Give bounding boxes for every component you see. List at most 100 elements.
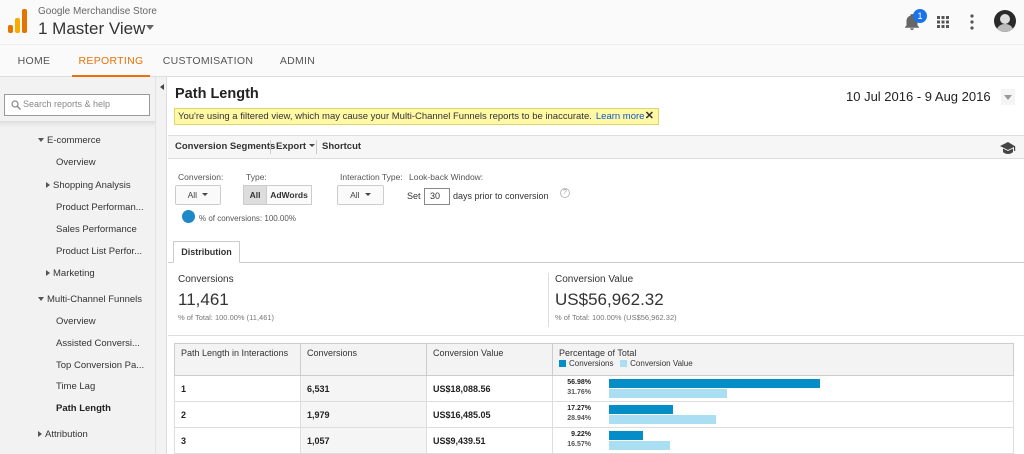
sidebar-item-mcf-overview[interactable]: Overview <box>56 316 96 327</box>
date-range-picker[interactable]: 10 Jul 2016 - 9 Aug 2016 <box>846 89 991 104</box>
conversion-segments-button[interactable]: Conversion Segments <box>175 141 275 152</box>
notification-badge[interactable]: 1 <box>913 9 927 23</box>
conversion-filter-value: All <box>187 190 198 200</box>
sidebar-collapse-toggle[interactable] <box>155 77 167 454</box>
table-row: 1 6,531 US$18,088.56 56.98% 31.76% <box>174 375 1014 402</box>
sidebar-item-time-lag[interactable]: Time Lag <box>56 381 95 392</box>
sidebar-item-attribution[interactable]: Attribution <box>38 429 88 440</box>
chevron-down-icon <box>364 193 371 196</box>
bar-conversions <box>609 405 673 414</box>
bar-conversions <box>609 431 643 440</box>
scorecard-divider <box>548 273 549 327</box>
sidebar-item-shopping-analysis[interactable]: Shopping Analysis <box>46 180 131 191</box>
caret-down-icon <box>38 138 44 142</box>
cell-conversion-value: US$9,439.51 <box>426 427 553 454</box>
bar-conversion-value <box>609 415 716 424</box>
sidebar-item-label: Marketing <box>53 268 95 279</box>
report-main: Path Length You're using a filtered view… <box>168 77 1024 454</box>
learn-more-link[interactable]: Learn more <box>596 111 645 122</box>
cell-path-length: 2 <box>174 401 301 428</box>
col-path-length[interactable]: Path Length in Interactions <box>174 343 301 376</box>
tab-reporting[interactable]: REPORTING <box>72 45 150 78</box>
report-toolbar: Conversion Segments Export Shortcut <box>168 135 1024 159</box>
legend-swatch-conversions <box>559 360 566 367</box>
interaction-type-label: Interaction Type: <box>340 172 403 182</box>
more-vert-icon[interactable] <box>970 14 974 30</box>
sidebar-item-product-list-performance[interactable]: Product List Perfor... <box>56 246 142 257</box>
search-placeholder: Search reports & help <box>23 99 111 109</box>
bar-conversion-value <box>609 441 670 450</box>
sidebar-item-ecommerce-overview[interactable]: Overview <box>56 157 96 168</box>
col-percentage-title: Percentage of Total <box>559 348 637 358</box>
pct-conversions-note: % of conversions: 100.00% <box>199 214 296 223</box>
help-icon[interactable]: ? <box>560 188 570 198</box>
lookback-window-label: Look-back Window: <box>409 172 484 182</box>
apps-grid-icon[interactable] <box>937 16 949 28</box>
legend-label-conversion-value: Conversion Value <box>630 359 693 368</box>
tab-distribution[interactable]: Distribution <box>173 241 240 263</box>
cell-percentage: 56.98% 31.76% <box>552 375 1014 402</box>
chevron-down-icon[interactable] <box>146 25 154 30</box>
chevron-down-icon <box>309 144 316 147</box>
type-adwords-button[interactable]: AdWords <box>266 185 312 205</box>
sidebar-item-assisted-conversions[interactable]: Assisted Conversi... <box>56 338 140 349</box>
legend-swatch-conversion-value <box>620 360 628 367</box>
conversion-filter-dropdown[interactable]: All <box>175 185 221 205</box>
sidebar-item-product-performance[interactable]: Product Performan... <box>56 202 144 213</box>
avatar[interactable] <box>994 10 1016 32</box>
main-nav: HOME REPORTING CUSTOMISATION ADMIN <box>0 44 1024 78</box>
sidebar-item-path-length[interactable]: Path Length <box>56 403 111 414</box>
close-icon[interactable]: ✕ <box>645 109 654 124</box>
tab-baseline <box>168 262 1024 263</box>
pct-value-label: 31.76% <box>567 389 591 396</box>
conversion-filter-label: Conversion: <box>178 172 224 182</box>
chevron-down-icon[interactable] <box>1001 89 1015 105</box>
toolbar-divider <box>316 140 317 154</box>
caret-right-icon <box>38 431 42 437</box>
type-all-button[interactable]: All <box>243 185 267 205</box>
legend-label-conversions: Conversions <box>569 359 614 368</box>
sidebar-item-ecommerce[interactable]: E-commerce <box>38 135 101 146</box>
filtered-view-notice: You're using a filtered view, which may … <box>174 108 659 125</box>
toolbar-divider <box>270 140 271 154</box>
pie-chart-icon <box>182 210 195 223</box>
conversion-value-subtotal: % of Total: 100.00% (US$56,962.32) <box>555 313 677 322</box>
account-name[interactable]: Google Merchandise Store <box>38 6 157 17</box>
sidebar-item-top-conversion-paths[interactable]: Top Conversion Pa... <box>56 360 144 371</box>
sidebar-item-label: Multi-Channel Funnels <box>47 294 143 305</box>
lookback-suffix: days prior to conversion <box>453 191 549 201</box>
conversion-value-title: Conversion Value <box>555 274 634 285</box>
tab-home[interactable]: HOME <box>8 45 60 78</box>
lookback-prefix: Set <box>407 191 421 201</box>
table-row: 2 1,979 US$16,485.05 17.27% 28.94% <box>174 401 1014 428</box>
table-header-row: Path Length in Interactions Conversions … <box>174 343 1014 376</box>
search-input[interactable]: Search reports & help <box>4 94 150 116</box>
sidebar-item-marketing[interactable]: Marketing <box>46 268 95 279</box>
caret-down-icon <box>38 297 44 301</box>
shortcut-button[interactable]: Shortcut <box>322 141 361 152</box>
view-selector[interactable]: 1 Master View <box>38 19 145 39</box>
cell-percentage: 9.22% 16.57% <box>552 427 1014 454</box>
graduation-cap-icon[interactable] <box>1000 142 1016 154</box>
bar-conversion-value <box>609 389 727 398</box>
export-button[interactable]: Export <box>276 141 316 152</box>
lookback-days-input[interactable]: 30 <box>424 188 450 205</box>
export-label: Export <box>276 141 307 152</box>
path-length-table: Path Length in Interactions Conversions … <box>174 343 1014 454</box>
col-conversions[interactable]: Conversions <box>300 343 427 376</box>
col-conversion-value[interactable]: Conversion Value <box>426 343 553 376</box>
analytics-logo-icon[interactable] <box>8 9 28 33</box>
interaction-type-dropdown[interactable]: All <box>337 185 384 205</box>
sidebar-item-sales-performance[interactable]: Sales Performance <box>56 224 137 235</box>
chevron-down-icon <box>202 193 209 196</box>
tab-admin[interactable]: ADMIN <box>270 45 325 78</box>
cell-path-length: 1 <box>174 375 301 402</box>
notice-text: You're using a filtered view, which may … <box>178 111 592 122</box>
cell-percentage: 17.27% 28.94% <box>552 401 1014 428</box>
chevron-left-icon <box>160 84 164 90</box>
sidebar-divider <box>0 121 155 127</box>
cell-conversion-value: US$18,088.56 <box>426 375 553 402</box>
pct-conversions-label: 56.98% <box>567 379 591 386</box>
sidebar-item-multi-channel-funnels[interactable]: Multi-Channel Funnels <box>38 294 142 305</box>
tab-customisation[interactable]: CUSTOMISATION <box>160 45 256 78</box>
